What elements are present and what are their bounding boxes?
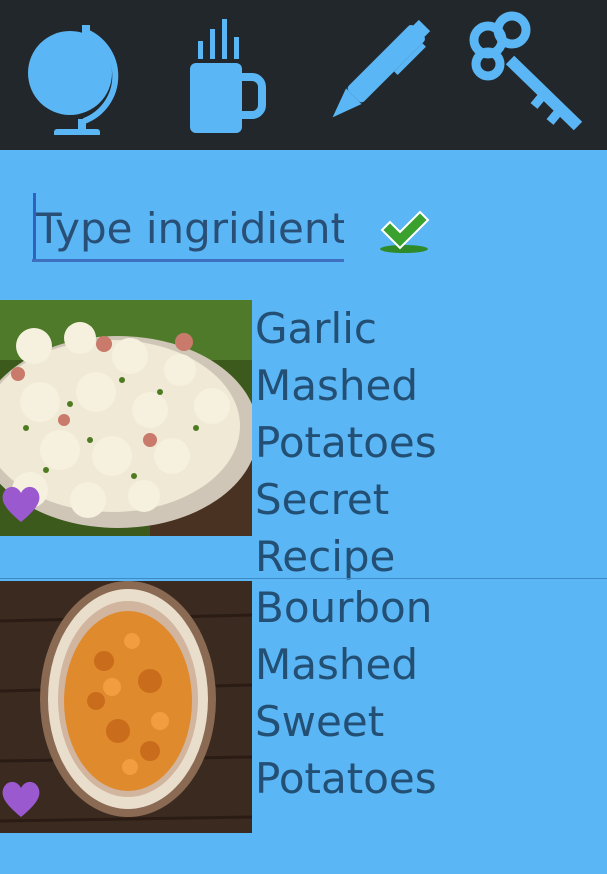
ingredient-search-row bbox=[0, 150, 607, 300]
recipe-list: Garlic Mashed Potatoes Secret Recipe Bou… bbox=[0, 300, 607, 857]
heart-icon bbox=[2, 486, 40, 522]
text-cursor bbox=[33, 193, 36, 259]
globe-icon bbox=[28, 25, 119, 135]
checkmark-icon bbox=[380, 210, 430, 253]
tab-key[interactable] bbox=[450, 0, 600, 150]
tab-pen[interactable] bbox=[300, 0, 450, 150]
tab-mug[interactable] bbox=[150, 0, 300, 150]
mug-icon bbox=[190, 19, 266, 133]
recipe-title: Garlic Mashed Potatoes Secret Recipe bbox=[255, 304, 437, 581]
ingredient-search-input[interactable] bbox=[32, 198, 344, 262]
heart-icon bbox=[2, 781, 40, 817]
tab-globe[interactable] bbox=[0, 0, 150, 150]
key-icon bbox=[469, 11, 583, 131]
recipe-photo[interactable] bbox=[0, 581, 252, 833]
recipe-item[interactable]: Bourbon Mashed Sweet Potatoes bbox=[0, 578, 607, 857]
favorite-button[interactable] bbox=[0, 779, 42, 819]
recipe-photo[interactable] bbox=[0, 300, 252, 536]
recipe-item[interactable]: Garlic Mashed Potatoes Secret Recipe bbox=[0, 300, 607, 581]
recipe-title: Bourbon Mashed Sweet Potatoes bbox=[255, 583, 437, 803]
pen-icon bbox=[332, 19, 431, 118]
confirm-ingredient-button[interactable] bbox=[378, 208, 430, 256]
top-toolbar bbox=[0, 0, 607, 150]
favorite-button[interactable] bbox=[0, 484, 42, 524]
